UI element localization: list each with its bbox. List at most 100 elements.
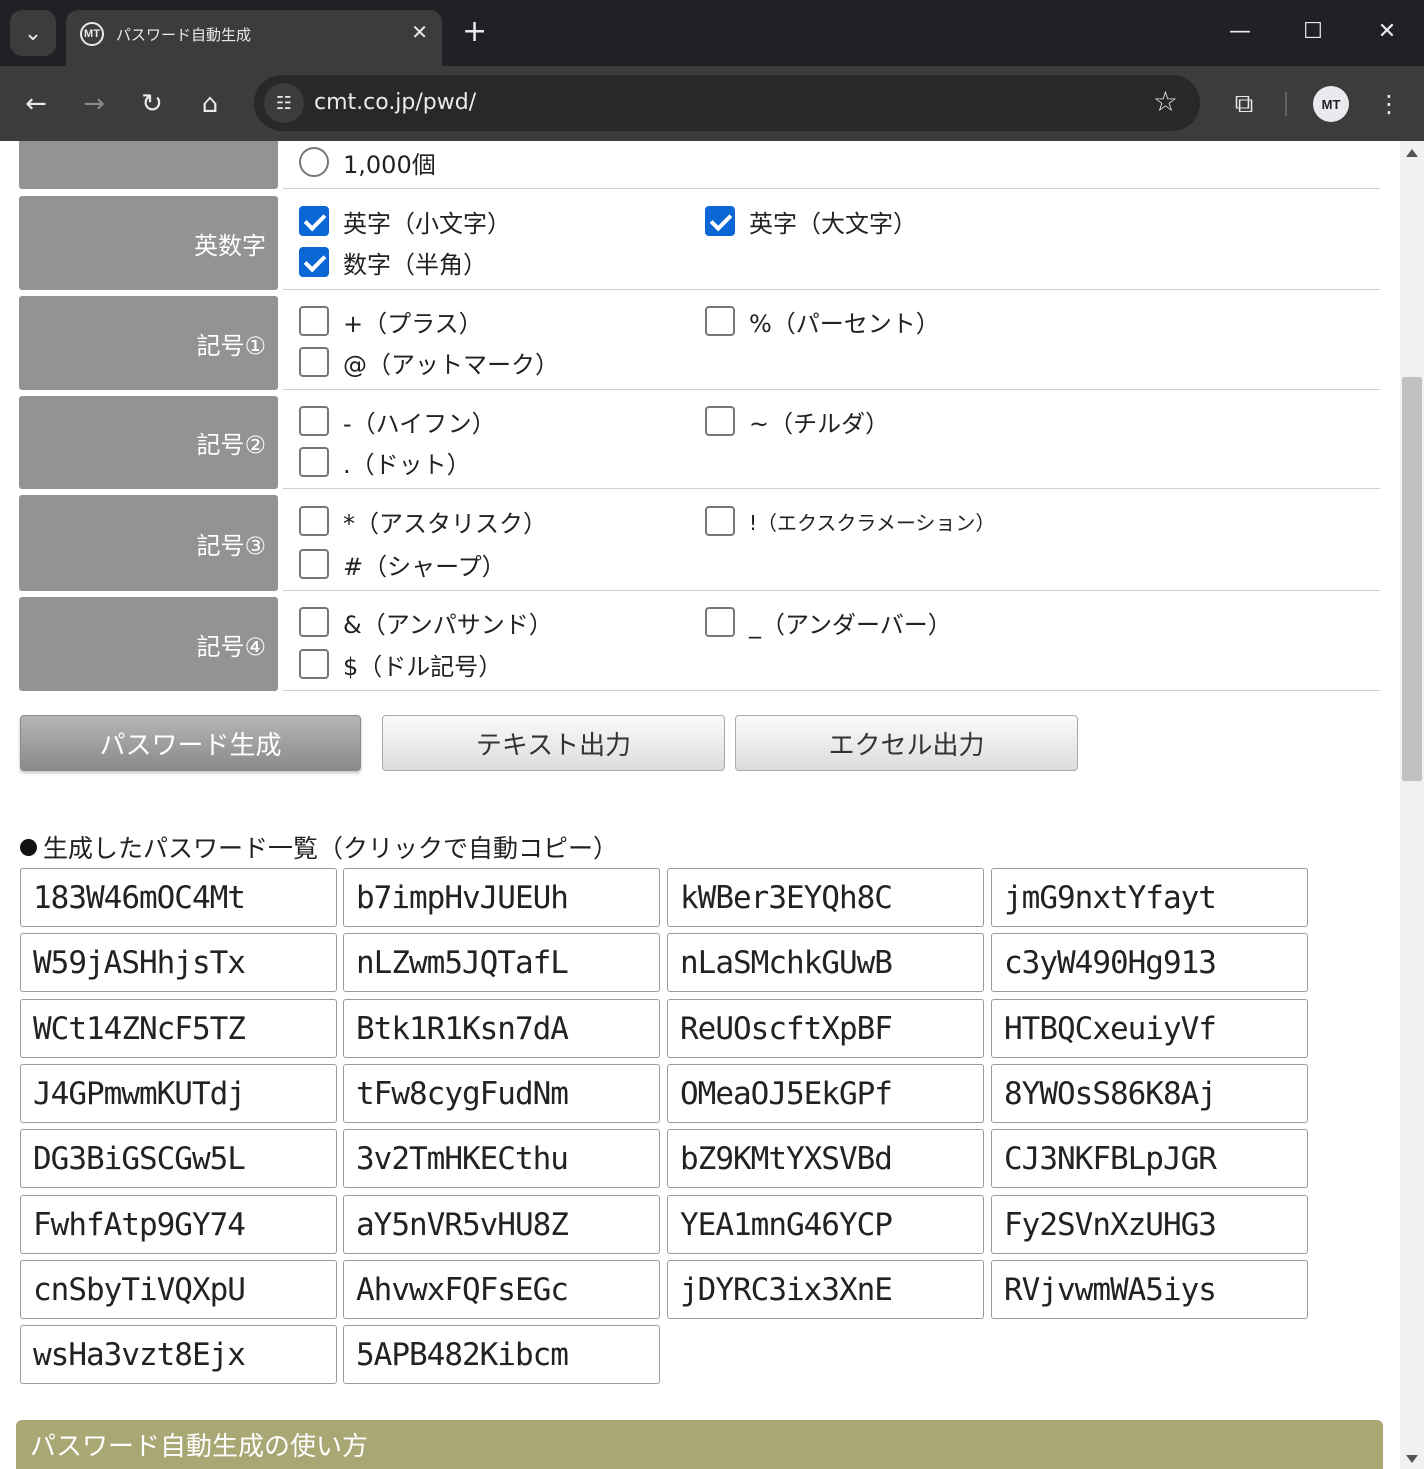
password-item[interactable]: 8YWOsS86K8Aj (991, 1064, 1308, 1123)
option-percent[interactable]: %（パーセント） (705, 304, 940, 338)
password-item[interactable]: nLZwm5JQTafL (343, 933, 660, 992)
password-item[interactable]: jmG9nxtYfayt (991, 868, 1308, 927)
option-label: *（アスタリスク） (343, 509, 547, 538)
password-item[interactable]: FwhfAtp9GY74 (20, 1195, 337, 1254)
password-item[interactable]: cnSbyTiVQXpU (20, 1260, 337, 1319)
checkbox[interactable] (299, 206, 329, 236)
row-divider (283, 488, 1380, 489)
checkbox[interactable] (705, 506, 735, 536)
radio-button[interactable] (299, 147, 329, 177)
option-plus[interactable]: +（プラス） (299, 304, 483, 338)
checkbox[interactable] (299, 549, 329, 579)
password-item[interactable]: 3v2TmHKECthu (343, 1129, 660, 1188)
option-label: .（ドット） (343, 450, 471, 479)
option-uppercase[interactable]: 英字（大文字） (705, 204, 917, 238)
count-row-label (19, 141, 278, 189)
option-at[interactable]: @（アットマーク） (299, 345, 559, 379)
checkbox[interactable] (299, 607, 329, 637)
option-dot[interactable]: .（ドット） (299, 445, 471, 479)
tab-search-chevron-icon[interactable]: ⌄ (10, 10, 56, 56)
symbol1-row: 記号① +（プラス） %（パーセント） @（アットマーク） (19, 296, 1380, 390)
password-item[interactable]: kWBer3EYQh8C (667, 868, 984, 927)
option-hyphen[interactable]: -（ハイフン） (299, 404, 496, 438)
forward-arrow-icon[interactable]: → (76, 86, 112, 122)
browser-tab[interactable]: MT パスワード自動生成 ✕ (66, 10, 442, 66)
option-digits[interactable]: 数字（半角） (299, 245, 487, 279)
password-item[interactable]: OMeaOJ5EkGPf (667, 1064, 984, 1123)
option-lowercase[interactable]: 英字（小文字） (299, 204, 511, 238)
checkbox[interactable] (705, 607, 735, 637)
password-item[interactable]: W59jASHhjsTx (20, 933, 337, 992)
checkbox[interactable] (299, 447, 329, 477)
minimize-icon[interactable]: — (1220, 14, 1260, 50)
password-item[interactable]: nLaSMchkGUwB (667, 933, 984, 992)
checkbox[interactable] (705, 206, 735, 236)
password-item[interactable]: aY5nVR5vHU8Z (343, 1195, 660, 1254)
password-item[interactable]: WCt14ZNcF5TZ (20, 999, 337, 1058)
password-item[interactable]: DG3BiGSCGw5L (20, 1129, 337, 1188)
option-exclamation[interactable]: !（エクスクラメーション） (705, 504, 995, 538)
url-text[interactable]: cmt.co.jp/pwd/ (314, 90, 476, 115)
option-tilde[interactable]: ~（チルダ） (705, 404, 889, 438)
password-item[interactable]: b7impHvJUEUh (343, 868, 660, 927)
home-icon[interactable]: ⌂ (192, 86, 228, 122)
password-item[interactable]: Fy2SVnXzUHG3 (991, 1195, 1308, 1254)
password-item[interactable]: jDYRC3ix3XnE (667, 1260, 984, 1319)
generate-password-button[interactable]: パスワード生成 (20, 715, 361, 771)
password-item[interactable]: 5APB482Kibcm (343, 1325, 660, 1384)
password-item[interactable]: CJ3NKFBLpJGR (991, 1129, 1308, 1188)
bullet-icon (20, 838, 37, 856)
checkbox[interactable] (299, 306, 329, 336)
reload-icon[interactable]: ↻ (134, 86, 170, 122)
maximize-icon[interactable]: ☐ (1293, 14, 1333, 50)
text-export-button[interactable]: テキスト出力 (382, 715, 725, 771)
scroll-down-arrow-icon[interactable] (1406, 1455, 1418, 1463)
option-label: -（ハイフン） (343, 409, 496, 438)
password-item[interactable]: c3yW490Hg913 (991, 933, 1308, 992)
checkbox[interactable] (705, 406, 735, 436)
password-item[interactable]: bZ9KMtYXSVBd (667, 1129, 984, 1188)
excel-export-button[interactable]: エクセル出力 (735, 715, 1078, 771)
checkbox[interactable] (299, 247, 329, 277)
extensions-puzzle-icon[interactable]: ⧉ (1226, 86, 1262, 122)
profile-avatar[interactable]: MT (1313, 86, 1349, 122)
password-list-heading-text: 生成したパスワード一覧（クリックで自動コピー） (43, 834, 619, 863)
option-underscore[interactable]: _（アンダーバー） (705, 605, 952, 639)
new-tab-plus-icon[interactable]: + (462, 14, 487, 50)
option-label: !（エクスクラメーション） (749, 510, 996, 535)
password-item[interactable]: HTBQCxeuiyVf (991, 999, 1308, 1058)
row-label: 記号② (19, 396, 278, 489)
option-label: _（アンダーバー） (749, 610, 952, 639)
checkbox[interactable] (299, 406, 329, 436)
count-option-1000[interactable]: 1,000個 (299, 145, 436, 179)
password-item[interactable]: Btk1R1Ksn7dA (343, 999, 660, 1058)
option-asterisk[interactable]: *（アスタリスク） (299, 504, 547, 538)
page-scrollbar[interactable] (1400, 141, 1424, 1469)
password-list-heading: 生成したパスワード一覧（クリックで自動コピー） (20, 829, 618, 865)
site-info-icon[interactable]: ☷ (264, 83, 304, 123)
password-item[interactable]: 183W46mOC4Mt (20, 868, 337, 927)
password-item[interactable]: ReUOscftXpBF (667, 999, 984, 1058)
checkbox[interactable] (299, 347, 329, 377)
checkbox[interactable] (299, 506, 329, 536)
option-label: 数字（半角） (343, 250, 487, 279)
bookmark-star-icon[interactable]: ☆ (1153, 85, 1178, 118)
checkbox[interactable] (705, 306, 735, 336)
option-dollar[interactable]: $（ドル記号） (299, 647, 502, 681)
checkbox[interactable] (299, 649, 329, 679)
password-item[interactable]: J4GPmwmKUTdj (20, 1064, 337, 1123)
password-item[interactable]: tFw8cygFudNm (343, 1064, 660, 1123)
password-item[interactable]: RVjvwmWA5iys (991, 1260, 1308, 1319)
address-bar[interactable]: ☷ cmt.co.jp/pwd/ ☆ (254, 75, 1200, 131)
menu-kebab-icon[interactable]: ⋮ (1374, 86, 1404, 122)
scroll-up-arrow-icon[interactable] (1406, 149, 1418, 157)
password-item[interactable]: YEA1mnG46YCP (667, 1195, 984, 1254)
option-ampersand[interactable]: &（アンパサンド） (299, 605, 553, 639)
option-sharp[interactable]: #（シャープ） (299, 547, 506, 581)
tab-close-icon[interactable]: ✕ (411, 20, 428, 44)
window-close-icon[interactable]: ✕ (1367, 14, 1407, 50)
password-item[interactable]: AhvwxFQFsEGc (343, 1260, 660, 1319)
back-arrow-icon[interactable]: ← (18, 86, 54, 122)
scrollbar-thumb[interactable] (1402, 377, 1422, 781)
password-item[interactable]: wsHa3vzt8Ejx (20, 1325, 337, 1384)
